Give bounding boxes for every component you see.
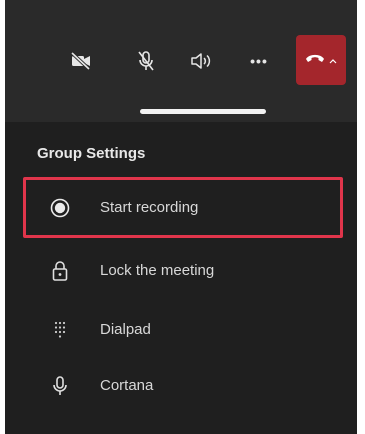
speaker-icon (189, 51, 213, 71)
speaker-button[interactable] (181, 40, 221, 82)
lock-meeting-item[interactable]: Lock the meeting (20, 243, 346, 299)
record-icon (48, 196, 72, 220)
cortana-item[interactable]: Cortana (20, 358, 346, 414)
group-settings-title: Group Settings (37, 145, 146, 162)
start-recording-label: Start recording (100, 199, 199, 216)
start-recording-item[interactable]: Start recording (20, 180, 346, 236)
dialpad-item[interactable]: Dialpad (20, 302, 346, 358)
cortana-label: Cortana (100, 377, 154, 394)
lock-icon (48, 259, 72, 283)
dialpad-icon (48, 318, 72, 342)
more-icon: ••• (250, 53, 268, 69)
microphone-icon (48, 374, 72, 398)
more-options-button[interactable]: ••• (239, 40, 279, 82)
hang-up-button[interactable] (296, 35, 346, 85)
mic-off-icon (136, 50, 156, 72)
drag-handle[interactable] (140, 109, 266, 114)
call-control-bar: ••• (5, 0, 357, 122)
video-off-icon (70, 52, 92, 70)
mic-toggle-button[interactable] (126, 40, 166, 82)
dialpad-label: Dialpad (100, 321, 151, 338)
video-toggle-button[interactable] (61, 40, 101, 82)
chevron-up-icon[interactable] (329, 51, 337, 69)
hang-up-icon (305, 51, 325, 69)
lock-meeting-label: Lock the meeting (100, 262, 215, 279)
